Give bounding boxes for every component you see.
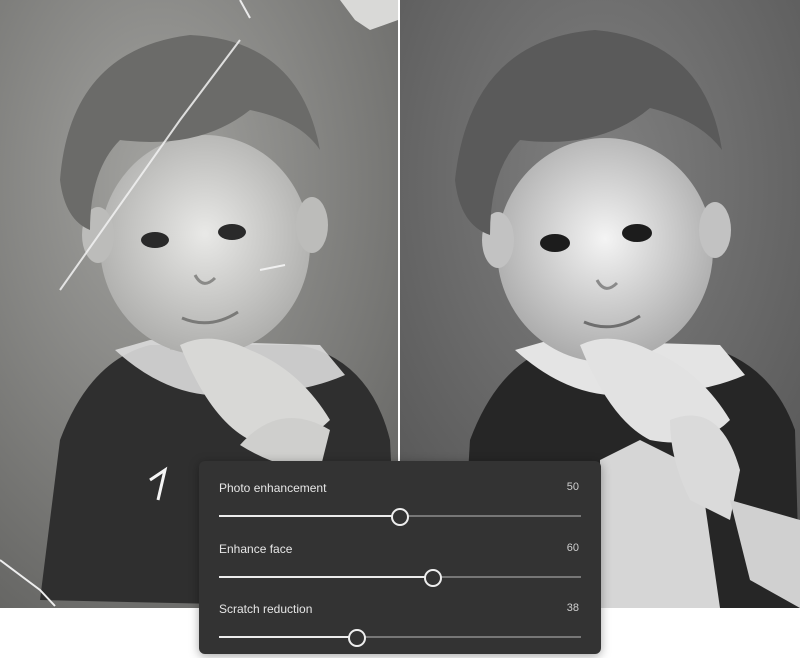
photo-enhancement-label: Photo enhancement	[219, 481, 327, 495]
enhance-face-slider[interactable]	[219, 569, 581, 587]
scratch-reduction-row: Scratch reduction 38	[219, 602, 581, 647]
slider-fill	[219, 636, 357, 638]
slider-thumb[interactable]	[391, 508, 409, 526]
photo-enhancement-value: 50	[566, 481, 579, 493]
enhance-face-value: 60	[566, 542, 579, 554]
adjustment-panel: Photo enhancement 50 Enhance face 60 Scr…	[199, 461, 601, 654]
scratch-reduction-slider[interactable]	[219, 629, 581, 647]
photo-enhancement-row: Photo enhancement 50	[219, 481, 581, 526]
slider-fill	[219, 515, 400, 517]
scratch-reduction-label: Scratch reduction	[219, 602, 313, 616]
slider-thumb[interactable]	[347, 629, 366, 647]
enhance-face-label: Enhance face	[219, 542, 293, 556]
scratch-reduction-value: 38	[566, 602, 579, 614]
photo-enhancement-slider[interactable]	[219, 508, 581, 526]
slider-fill	[219, 576, 433, 578]
slider-thumb[interactable]	[423, 569, 442, 587]
enhance-face-row: Enhance face 60	[219, 542, 581, 587]
